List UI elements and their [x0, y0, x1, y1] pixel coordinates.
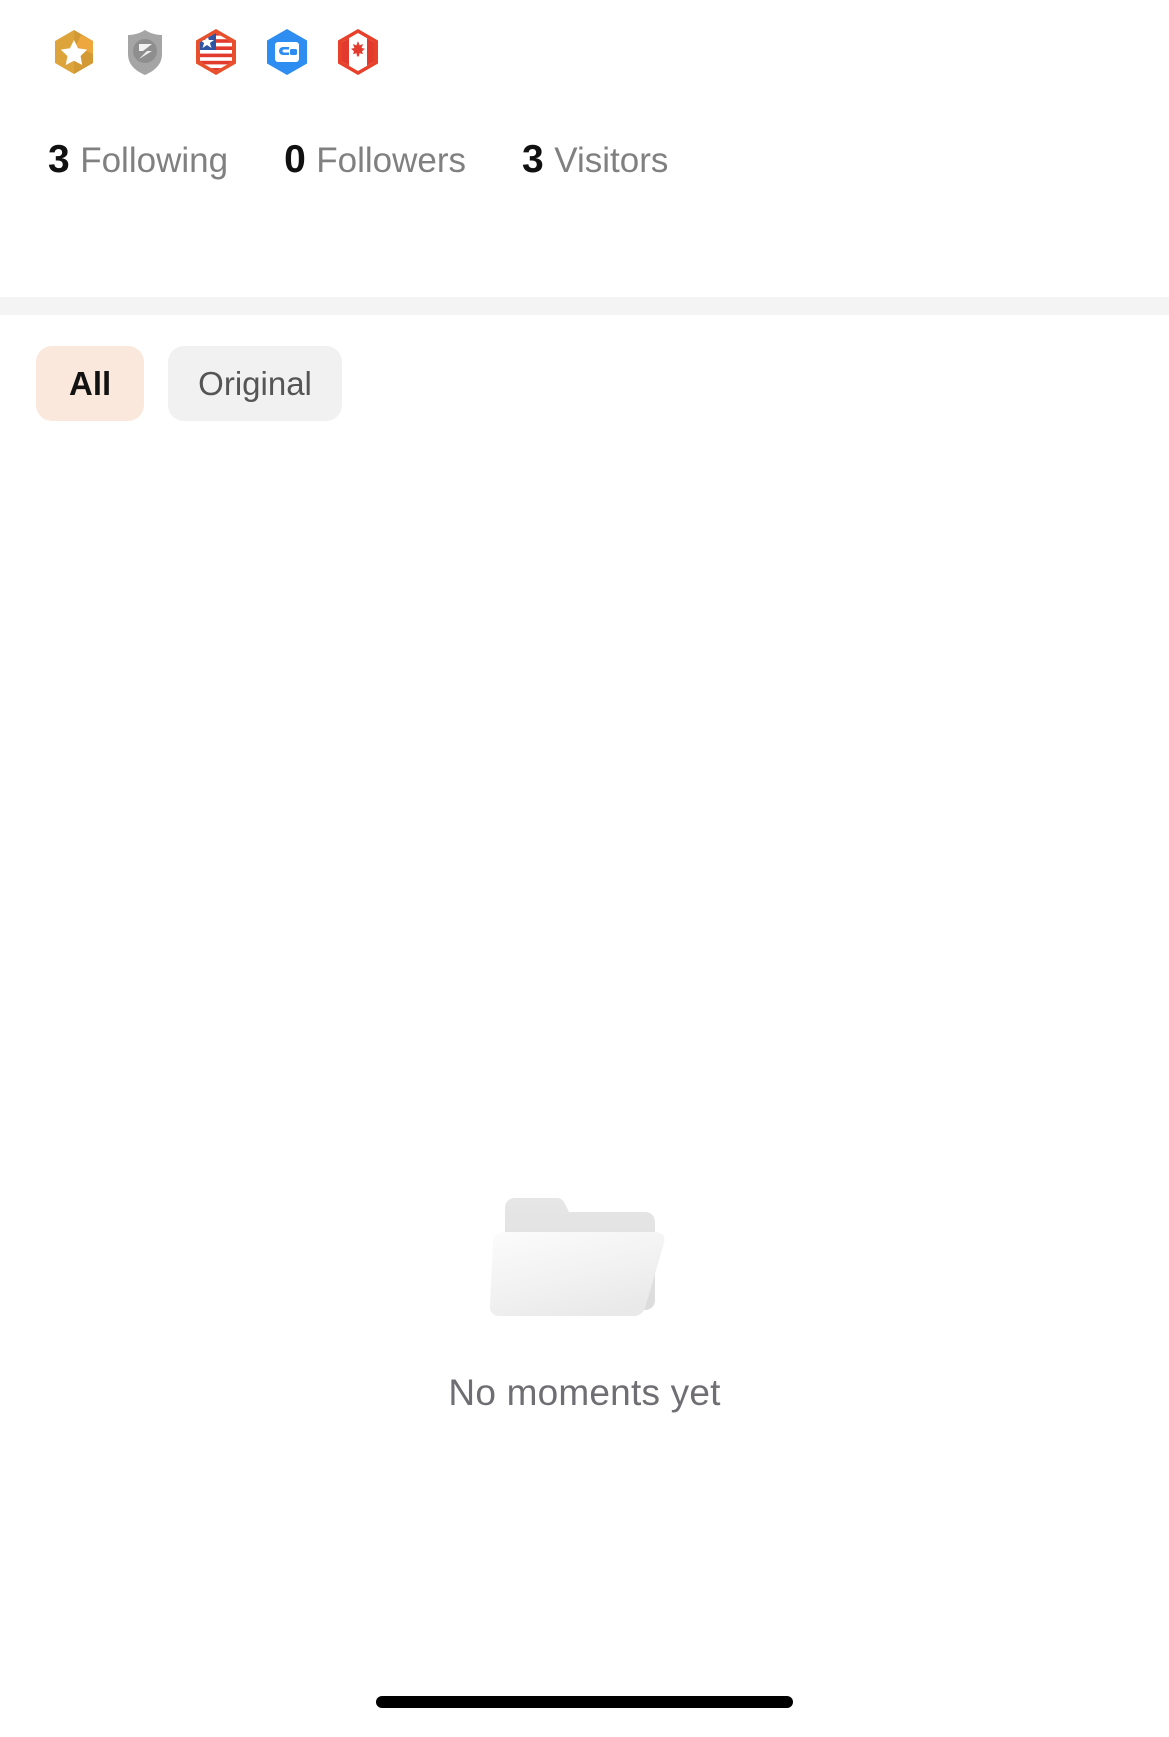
stat-followers-count: 0 — [284, 138, 306, 181]
tab-original[interactable]: Original — [168, 346, 342, 421]
stat-visitors[interactable]: 3 Visitors — [522, 140, 668, 179]
stat-followers[interactable]: 0 Followers — [284, 140, 466, 179]
badge-star-gold[interactable] — [48, 26, 100, 78]
stat-followers-label: Followers — [316, 141, 467, 180]
section-divider — [0, 297, 1169, 315]
stat-following[interactable]: 3 Following — [48, 140, 228, 179]
badge-flag-usa[interactable] — [190, 26, 242, 78]
tab-all[interactable]: All — [36, 346, 145, 421]
profile-stats: 3 Following 0 Followers 3 Visitors — [48, 140, 668, 179]
home-indicator[interactable] — [376, 1696, 793, 1708]
stat-following-label: Following — [80, 141, 229, 180]
badge-wallet-blue[interactable] — [261, 26, 313, 78]
empty-state: No moments yet — [0, 1180, 1169, 1414]
badge-shield-grey[interactable] — [119, 26, 171, 78]
badge-row — [48, 26, 384, 78]
empty-folder-icon — [485, 1180, 685, 1330]
badge-flag-canada[interactable] — [332, 26, 384, 78]
stat-visitors-label: Visitors — [554, 141, 669, 180]
content-filter-tabs: All Original — [36, 346, 342, 421]
stat-visitors-count: 3 — [522, 138, 544, 181]
empty-state-message: No moments yet — [448, 1372, 721, 1413]
stat-following-count: 3 — [48, 138, 70, 181]
